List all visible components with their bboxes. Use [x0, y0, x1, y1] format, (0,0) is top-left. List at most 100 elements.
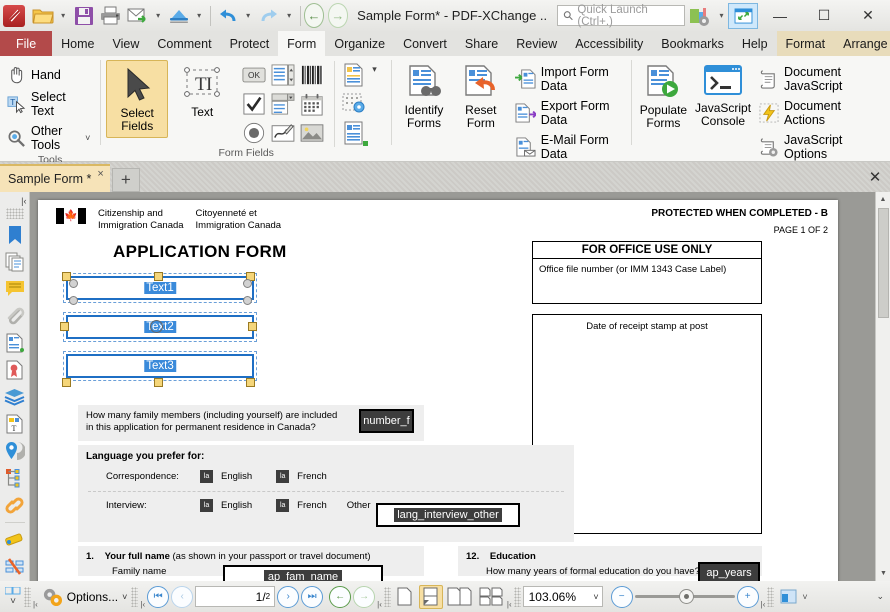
- scroll-thumb[interactable]: [878, 208, 889, 318]
- zoom-slider[interactable]: [634, 586, 735, 608]
- customize-dropdown-arrow[interactable]: ▾: [715, 3, 728, 29]
- form-field-text3[interactable]: Text3: [66, 354, 254, 378]
- status-bar-collapse-icon[interactable]: ⌄: [876, 591, 884, 602]
- status-collapse-icon[interactable]: ˅: [10, 596, 16, 607]
- form-fields-dropdown-arrow[interactable]: ▾: [372, 64, 377, 75]
- print-icon[interactable]: [98, 3, 124, 29]
- structure-icon[interactable]: [2, 465, 28, 491]
- attachments-icon[interactable]: [2, 303, 28, 329]
- open-icon[interactable]: [30, 3, 56, 29]
- undo-icon[interactable]: [215, 3, 241, 29]
- other-tools-button[interactable]: Other Tools ˅: [5, 122, 95, 154]
- tab-form[interactable]: Form: [278, 31, 326, 56]
- status-grip-3[interactable]: [383, 586, 391, 607]
- anchor-handle-bl[interactable]: [69, 296, 78, 305]
- identify-forms-button[interactable]: Identify Forms: [397, 60, 451, 134]
- two-page-icon[interactable]: [445, 585, 475, 609]
- vertical-scrollbar[interactable]: ▲ ▼: [875, 192, 890, 581]
- zoom-slider-knob[interactable]: [678, 589, 694, 604]
- tab-review[interactable]: Review: [507, 31, 566, 56]
- undo-dropdown-arrow[interactable]: ▾: [242, 3, 255, 29]
- new-tab-button[interactable]: +: [111, 168, 140, 192]
- anchor-handle-br[interactable]: [243, 296, 252, 305]
- thumbnails-icon[interactable]: [2, 249, 28, 275]
- select-fields-button[interactable]: Select Fields: [106, 60, 169, 139]
- document-tab-sample-form[interactable]: Sample Form * ×: [0, 164, 110, 192]
- resize-handle-bc[interactable]: [154, 378, 163, 387]
- email-form-data-button[interactable]: E-Mail Form Data: [513, 131, 626, 163]
- tab-bookmarks[interactable]: Bookmarks: [652, 31, 733, 56]
- document-tab-close-icon[interactable]: ×: [97, 168, 103, 180]
- first-page-button[interactable]: ⏮: [147, 585, 170, 608]
- list-box-icon[interactable]: [269, 61, 297, 89]
- document-actions-button[interactable]: Document Actions: [757, 97, 885, 129]
- destinations-icon[interactable]: [2, 438, 28, 464]
- panel-grip[interactable]: [5, 208, 24, 219]
- redo-dropdown-arrow[interactable]: ▾: [283, 3, 296, 29]
- tab-share[interactable]: Share: [456, 31, 507, 56]
- tab-home[interactable]: Home: [52, 31, 103, 56]
- reset-form-button[interactable]: Reset Form: [454, 60, 508, 134]
- previous-page-button[interactable]: ‹: [171, 585, 194, 608]
- options-caret[interactable]: ˅: [122, 592, 127, 602]
- zoom-in-button[interactable]: +: [736, 585, 759, 608]
- select-text-button[interactable]: T Select Text: [5, 88, 95, 120]
- show-fields-icon[interactable]: [339, 61, 369, 89]
- links-icon[interactable]: [2, 492, 28, 518]
- combo-box-icon[interactable]: [269, 90, 297, 118]
- button-field-icon[interactable]: OK: [240, 61, 268, 89]
- redo-icon[interactable]: [256, 3, 282, 29]
- panel-collapse-icon[interactable]: |‹: [0, 194, 30, 208]
- interview-french-checkbox[interactable]: la: [276, 499, 290, 512]
- export-form-data-button[interactable]: Export Form Data: [513, 97, 626, 129]
- tab-comment[interactable]: Comment: [148, 31, 220, 56]
- date-field-icon[interactable]: [298, 90, 326, 118]
- status-grip-4[interactable]: [513, 586, 521, 607]
- anchor-handle-tl[interactable]: [69, 279, 78, 288]
- hand-tool-button[interactable]: Hand: [5, 63, 95, 86]
- resize-handle-tc[interactable]: [154, 272, 163, 281]
- form-field-number-f[interactable]: number_f: [359, 409, 414, 433]
- status-grip-2[interactable]: [131, 586, 139, 607]
- fullscreen-icon[interactable]: [728, 2, 758, 29]
- continuous-page-icon[interactable]: [418, 584, 443, 609]
- resize-handle-br[interactable]: [246, 378, 255, 387]
- document-javascript-button[interactable]: Document JavaScript: [757, 63, 885, 95]
- signatures-icon[interactable]: [2, 357, 28, 383]
- resize-handle-ml[interactable]: [60, 322, 69, 331]
- tab-accessibility[interactable]: Accessibility: [566, 31, 652, 56]
- interview-english-checkbox[interactable]: la: [200, 499, 213, 512]
- check-box-icon[interactable]: [240, 90, 268, 118]
- anchor-handle-tr[interactable]: [243, 279, 252, 288]
- tab-view[interactable]: View: [104, 31, 149, 56]
- populate-forms-button[interactable]: Populate Forms: [637, 60, 690, 134]
- four-page-icon[interactable]: [477, 585, 505, 609]
- zip-icon[interactable]: [2, 553, 28, 579]
- scan-dropdown-arrow[interactable]: ▾: [193, 3, 206, 29]
- pdf-page[interactable]: 🍁 Citizenship and Immigration Canada Cit…: [38, 200, 838, 581]
- save-icon[interactable]: [71, 3, 97, 29]
- signature-field-icon[interactable]: [269, 119, 297, 147]
- options-button[interactable]: Options... ˅: [40, 587, 130, 607]
- image-field-icon[interactable]: [298, 119, 326, 147]
- other-tools-caret[interactable]: ˅: [85, 133, 90, 143]
- content-icon[interactable]: T: [2, 411, 28, 437]
- quick-launch-input[interactable]: Quick Launch (Ctrl+.): [557, 4, 685, 28]
- form-field-lang-interview-other[interactable]: lang_interview_other: [376, 503, 520, 527]
- bookmarks-icon[interactable]: [2, 222, 28, 248]
- resize-handle-mr[interactable]: [248, 322, 257, 331]
- fields-panel-icon[interactable]: [339, 119, 369, 147]
- panel-view-caret[interactable]: ˅: [802, 592, 807, 602]
- field-properties-icon[interactable]: [339, 90, 369, 118]
- correspondence-french-checkbox[interactable]: la: [276, 470, 290, 483]
- chevron-down-icon[interactable]: ˅: [593, 592, 598, 602]
- history-forward-button[interactable]: →: [353, 585, 376, 608]
- form-field-ap-fam-name[interactable]: ap_fam_name: [223, 565, 383, 581]
- zoom-level-select[interactable]: 103.06% ˅: [522, 586, 603, 607]
- tab-convert[interactable]: Convert: [394, 31, 456, 56]
- close-document-button[interactable]: ✕: [860, 162, 890, 192]
- layers-icon[interactable]: [2, 384, 28, 410]
- tab-arrange[interactable]: Arrange: [834, 31, 890, 56]
- scan-icon[interactable]: [166, 3, 192, 29]
- stamps-icon[interactable]: [2, 526, 28, 552]
